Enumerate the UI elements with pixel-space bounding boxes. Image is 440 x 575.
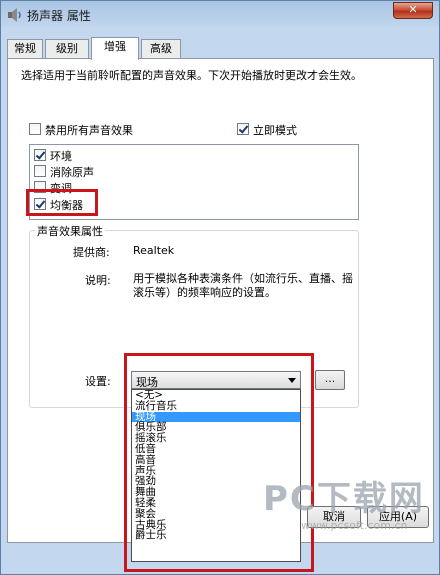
description-label: 说明: (85, 274, 111, 287)
highlight-box-dropdown (124, 353, 314, 572)
close-button[interactable]: ✕ (393, 2, 433, 19)
watermark-brand: PC下载网 (263, 479, 425, 519)
window-title: 扬声器 属性 (27, 9, 91, 23)
speaker-icon (8, 8, 21, 22)
effect-label-environment: 环境 (50, 150, 72, 163)
immediate-mode-checkbox[interactable] (237, 123, 249, 135)
disable-all-label: 禁用所有声音效果 (45, 124, 133, 137)
effect-checkbox-environment[interactable] (34, 149, 46, 161)
description-value: 用于模拟各种表演条件（如流行乐、直播、摇滚乐等）的频率响应的设置。 (133, 272, 353, 299)
watermark-url: www.pcsoft.com.cn (301, 519, 408, 532)
description-text: 选择适用于当前聆听配置的声音效果。下次开始播放时更改才会生效。 (21, 69, 362, 82)
effect-label-voice-cancel: 消除原声 (50, 166, 94, 179)
tab-levels[interactable]: 级别 (45, 39, 89, 59)
tab-advanced[interactable]: 高级 (141, 39, 181, 59)
disable-all-checkbox[interactable] (29, 123, 41, 135)
properties-group-title: 声音效果属性 (35, 223, 105, 239)
browse-button[interactable]: ... (315, 370, 345, 390)
provider-value: Realtek (133, 244, 175, 257)
highlight-box-equalizer (26, 189, 98, 216)
tab-enhancements[interactable]: 增强 (91, 37, 139, 60)
properties-window: 扬声器 属性 ✕ 常规 级别 增强 高级 选择适用于当前聆听配置的声音效果。下次… (0, 0, 440, 575)
setting-label: 设置: (85, 375, 111, 388)
effect-checkbox-voice-cancel[interactable] (34, 165, 46, 177)
title-bar: 扬声器 属性 ✕ (1, 1, 439, 29)
provider-label: 提供商: (73, 246, 110, 259)
immediate-mode-label: 立即模式 (253, 124, 297, 137)
tab-general[interactable]: 常规 (7, 39, 43, 59)
